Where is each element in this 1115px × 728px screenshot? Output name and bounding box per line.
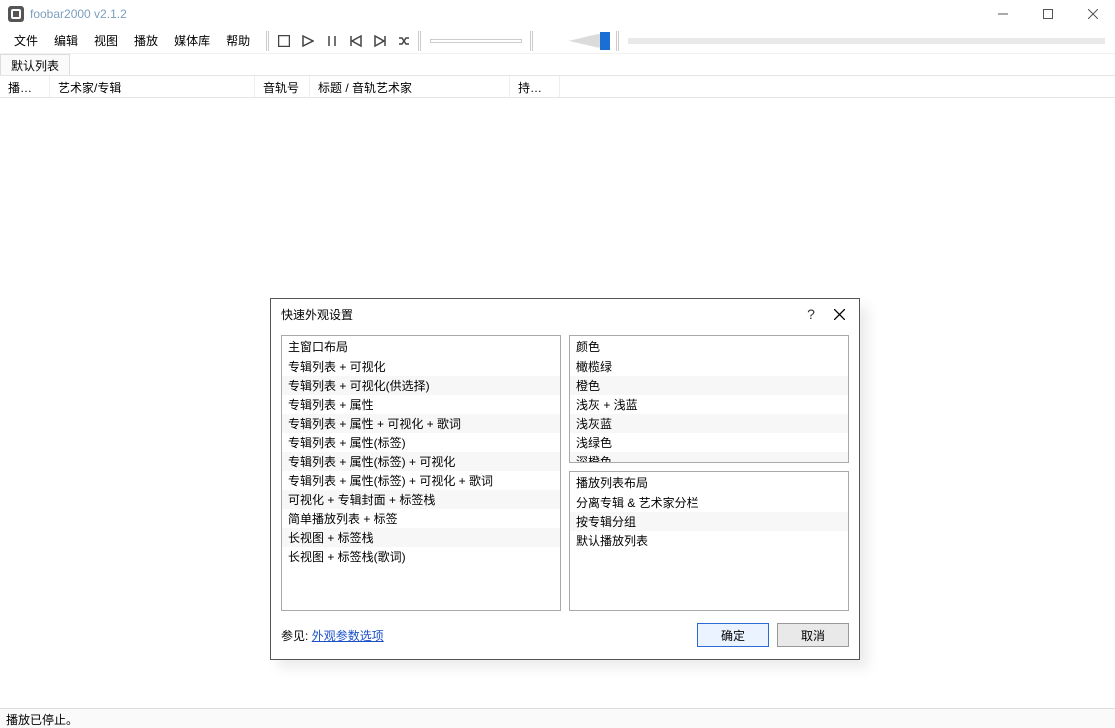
col-artist-album[interactable]: 艺术家/专辑 (50, 76, 255, 97)
playlist-column-headers: 播放… 艺术家/专辑 音轨号 标题 / 音轨艺术家 持续… (0, 76, 1115, 98)
color-item[interactable]: 橄榄绿 (570, 357, 848, 376)
menubar: 文件 编辑 视图 播放 媒体库 帮助 (0, 29, 264, 52)
layout-item[interactable]: 专辑列表 + 属性(标签) + 可视化 + 歌词 (282, 471, 560, 490)
seek-bar[interactable] (430, 39, 522, 43)
cancel-button[interactable]: 取消 (777, 623, 849, 647)
group-playlist-layout: 播放列表布局 分离专辑 & 艺术家分栏 按专辑分组 默认播放列表 (569, 471, 849, 611)
close-button[interactable] (1070, 0, 1115, 28)
col-playing[interactable]: 播放… (0, 76, 50, 97)
progress-bar[interactable] (628, 38, 1105, 44)
see-also: 参见: 外观参数选项 (281, 627, 384, 644)
status-bar: 播放已停止。 (0, 708, 1115, 728)
color-item[interactable]: 深橙色 (570, 452, 848, 462)
menu-playback[interactable]: 播放 (126, 29, 166, 52)
pllayout-item[interactable]: 分离专辑 & 艺术家分栏 (570, 493, 848, 512)
status-text: 播放已停止。 (6, 713, 78, 727)
color-item[interactable]: 浅灰 + 浅蓝 (570, 395, 848, 414)
toolbar-grip (616, 31, 620, 51)
group-header-layout: 主窗口布局 (282, 336, 560, 357)
toolbar-grip (530, 31, 534, 51)
layout-item[interactable]: 专辑列表 + 属性 (282, 395, 560, 414)
group-colors: 颜色 橄榄绿 橙色 浅灰 + 浅蓝 浅灰蓝 浅绿色 深橙色 (569, 335, 849, 463)
next-button[interactable] (369, 30, 391, 52)
pllayout-item[interactable]: 按专辑分组 (570, 512, 848, 531)
group-main-layout: 主窗口布局 专辑列表 + 可视化 专辑列表 + 可视化(供选择) 专辑列表 + … (281, 335, 561, 611)
layout-item[interactable]: 专辑列表 + 可视化 (282, 357, 560, 376)
dialog-help-button[interactable]: ? (797, 306, 825, 322)
ok-button[interactable]: 确定 (697, 623, 769, 647)
color-item[interactable]: 浅绿色 (570, 433, 848, 452)
menu-file[interactable]: 文件 (6, 29, 46, 52)
menu-edit[interactable]: 编辑 (46, 29, 86, 52)
col-trackno[interactable]: 音轨号 (255, 76, 310, 97)
maximize-button[interactable] (1025, 0, 1070, 28)
dialog-title: 快速外观设置 (281, 306, 797, 323)
minimize-button[interactable] (980, 0, 1025, 28)
menu-library[interactable]: 媒体库 (166, 29, 218, 52)
layout-item[interactable]: 简单播放列表 + 标签 (282, 509, 560, 528)
app-icon (8, 6, 24, 22)
color-item[interactable]: 橙色 (570, 376, 848, 395)
volume-slider[interactable] (540, 32, 610, 50)
window-title: foobar2000 v2.1.2 (30, 7, 127, 21)
layout-item[interactable]: 长视图 + 标签栈 (282, 528, 560, 547)
col-spacer (560, 76, 1115, 97)
play-button[interactable] (297, 30, 319, 52)
layout-item[interactable]: 专辑列表 + 属性 + 可视化 + 歌词 (282, 414, 560, 433)
menu-view[interactable]: 视图 (86, 29, 126, 52)
layout-item[interactable]: 专辑列表 + 属性(标签) (282, 433, 560, 452)
pause-button[interactable] (321, 30, 343, 52)
color-item[interactable]: 浅灰蓝 (570, 414, 848, 433)
col-title-artist[interactable]: 标题 / 音轨艺术家 (310, 76, 510, 97)
playlist-tabs: 默认列表 (0, 54, 1115, 76)
dialog-close-button[interactable] (825, 309, 853, 320)
group-header-pllayout: 播放列表布局 (570, 472, 848, 493)
see-label: 参见: (281, 629, 308, 643)
layout-item[interactable]: 可视化 + 专辑封面 + 标签栈 (282, 490, 560, 509)
dialog-footer: 参见: 外观参数选项 确定 取消 (271, 617, 859, 659)
layout-item[interactable]: 专辑列表 + 可视化(供选择) (282, 376, 560, 395)
stop-button[interactable] (273, 30, 295, 52)
volume-track-icon (540, 34, 600, 48)
random-button[interactable] (393, 30, 415, 52)
menu-help[interactable]: 帮助 (218, 29, 258, 52)
tab-default-playlist[interactable]: 默认列表 (0, 54, 70, 75)
group-header-colors: 颜色 (570, 336, 848, 357)
playlist-area: 快速外观设置 ? 主窗口布局 专辑列表 + 可视化 专辑列表 + 可视化(供选择… (0, 98, 1115, 708)
colors-list[interactable]: 橄榄绿 橙色 浅灰 + 浅蓝 浅灰蓝 浅绿色 深橙色 (570, 357, 848, 462)
prev-button[interactable] (345, 30, 367, 52)
pllayout-item[interactable]: 默认播放列表 (570, 531, 848, 550)
volume-thumb[interactable] (600, 32, 610, 50)
toolbar-grip (418, 31, 422, 51)
title-bar: foobar2000 v2.1.2 (0, 0, 1115, 28)
pllayout-list[interactable]: 分离专辑 & 艺术家分栏 按专辑分组 默认播放列表 (570, 493, 848, 610)
dialog-title-bar[interactable]: 快速外观设置 ? (271, 299, 859, 329)
col-duration[interactable]: 持续… (510, 76, 560, 97)
layout-list[interactable]: 专辑列表 + 可视化 专辑列表 + 可视化(供选择) 专辑列表 + 属性 专辑列… (282, 357, 560, 610)
toolbar-grip (266, 31, 270, 51)
appearance-options-link[interactable]: 外观参数选项 (312, 629, 384, 643)
layout-item[interactable]: 长视图 + 标签栈(歌词) (282, 547, 560, 566)
toolbar (272, 30, 416, 52)
menubar-toolbar-row: 文件 编辑 视图 播放 媒体库 帮助 (0, 28, 1115, 54)
quick-appearance-dialog: 快速外观设置 ? 主窗口布局 专辑列表 + 可视化 专辑列表 + 可视化(供选择… (270, 298, 860, 660)
layout-item[interactable]: 专辑列表 + 属性(标签) + 可视化 (282, 452, 560, 471)
